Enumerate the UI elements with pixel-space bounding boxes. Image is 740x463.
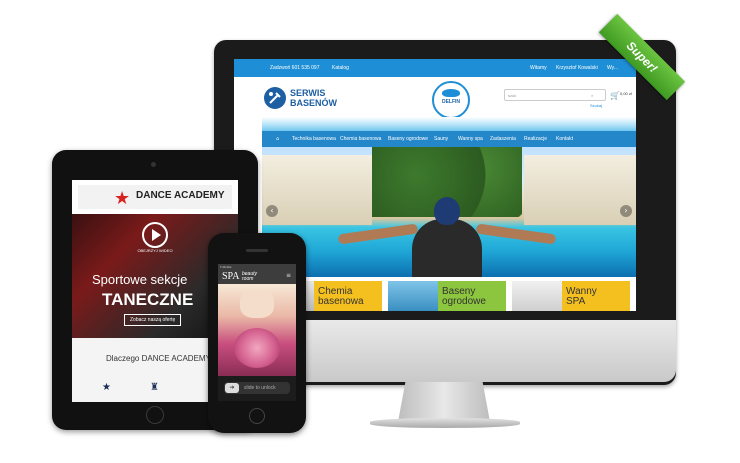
tile-wanny-line2: SPA xyxy=(566,296,586,307)
hero-slider[interactable]: ‹ › xyxy=(262,147,636,277)
search-input[interactable]: szuk ⌕ xyxy=(504,89,606,101)
tile-chemia-line2: basenowa xyxy=(318,296,364,307)
phone-lock-bar: ➔ slide to unlock xyxy=(218,376,296,401)
phone-screen: T-Mobile SPA beauty room ≡ ➔ slide to un… xyxy=(218,264,296,401)
phone-brand[interactable]: SPA xyxy=(222,271,239,282)
hero-building-left xyxy=(262,155,372,225)
phone-link[interactable]: Zadzwoń 601 535 097 xyxy=(270,65,319,71)
nav-item-zadaszenia[interactable]: Zadaszenia xyxy=(490,136,516,142)
logo-line1: SERWIS xyxy=(290,88,326,98)
nav-item-wanny[interactable]: Wanny spa xyxy=(458,136,483,142)
search-placeholder: szuk xyxy=(508,93,517,98)
nav-item-technika[interactable]: Technika basenowa xyxy=(292,136,336,142)
logout-link[interactable]: Wy... xyxy=(607,65,618,71)
trophy-icon: ♜ xyxy=(150,382,159,393)
pool-image xyxy=(388,281,438,311)
phone-speaker xyxy=(246,249,268,252)
tablet-header: ★ DANCE ACADEMY xyxy=(72,180,238,214)
brand-name: DELFIN xyxy=(441,99,461,105)
slider-prev-icon[interactable]: ‹ xyxy=(266,205,278,217)
main-nav: ⌂ Technika basenowa Chemia basenowa Base… xyxy=(262,131,636,147)
phone-home-button[interactable] xyxy=(249,408,265,424)
tile-baseny-line2: ogrodowe xyxy=(442,296,486,307)
unlock-label: slide to unlock xyxy=(244,385,276,391)
logo-line2: BASENÓW xyxy=(290,98,337,108)
play-icon[interactable] xyxy=(142,222,168,248)
hero-person-arm-left xyxy=(337,223,419,245)
tablet-camera xyxy=(151,162,156,167)
dancer-star-icon: ★ xyxy=(114,188,131,209)
tablet-section-title: Dlaczego DANCE ACADEMY xyxy=(106,354,211,363)
phone-header: T-Mobile SPA beauty room ≡ xyxy=(218,264,296,284)
hero-person-arm-right xyxy=(475,223,557,245)
site-logo[interactable]: SERWIS BASENÓW xyxy=(290,88,337,108)
spa-tub-image xyxy=(512,281,562,311)
home-icon[interactable]: ⌂ xyxy=(276,136,279,142)
nav-item-kontakt[interactable]: Kontakt xyxy=(556,136,573,142)
search-icon: ⌕ xyxy=(591,93,594,98)
nav-item-chemia[interactable]: Chemia basenowa xyxy=(340,136,381,142)
hero-person-cap xyxy=(434,197,460,225)
tablet-brand[interactable]: DANCE ACADEMY xyxy=(136,190,225,201)
nav-item-baseny[interactable]: Baseny ogrodowe xyxy=(388,136,428,142)
slider-next-icon[interactable]: › xyxy=(620,205,632,217)
unlock-slider[interactable]: ➔ slide to unlock xyxy=(224,382,290,394)
phone-brand-sub: beauty room xyxy=(242,271,258,282)
hero-building-right xyxy=(524,155,636,225)
tile-baseny[interactable]: Baseny ogrodowe xyxy=(388,281,506,311)
user-link[interactable]: Krzysztof Kowalski xyxy=(556,65,598,71)
phone-hero-image xyxy=(218,284,296,376)
search-button[interactable]: Szukaj xyxy=(590,103,602,108)
water-wave-banner xyxy=(262,117,636,131)
cart-total[interactable]: 0,00 zł xyxy=(620,91,632,96)
nav-item-realizacje[interactable]: Realizacje xyxy=(524,136,547,142)
tablet-home-button[interactable] xyxy=(146,406,164,424)
category-tiles: Chemia basenowa Baseny ogrodowe Wanny SPA xyxy=(262,277,636,311)
desktop-stand-base xyxy=(370,418,520,428)
video-label: OBEJRZYJ WIDEO xyxy=(137,248,173,253)
arrow-right-icon[interactable]: ➔ xyxy=(225,383,239,393)
cart-icon[interactable]: 🛒 xyxy=(610,91,620,100)
wrench-icon xyxy=(264,87,286,109)
hero-person xyxy=(412,219,482,277)
brand-badge: DELFIN xyxy=(432,81,470,119)
tile-wanny[interactable]: Wanny SPA xyxy=(512,281,630,311)
top-bar: Zadzwoń 601 535 097 Katalog Witamy Krzys… xyxy=(234,59,636,77)
dolphin-icon xyxy=(442,89,460,97)
nav-item-sauny[interactable]: Sauny xyxy=(434,136,448,142)
flower-image xyxy=(234,328,280,368)
tablet-headline-2: TANECZNE xyxy=(102,290,194,309)
menu-icon[interactable]: ≡ xyxy=(286,272,291,279)
star-icon: ★ xyxy=(102,382,111,393)
catalog-link[interactable]: Katalog xyxy=(332,65,349,71)
tablet-headline-1: Sportowe sekcje xyxy=(92,272,188,287)
hands-image xyxy=(240,290,274,318)
phone-carrier: T-Mobile xyxy=(220,265,232,269)
tablet-cta-button[interactable]: Zobacz naszą ofertę xyxy=(124,314,182,326)
desktop-stand xyxy=(398,382,490,422)
welcome-text: Witamy xyxy=(530,65,547,71)
